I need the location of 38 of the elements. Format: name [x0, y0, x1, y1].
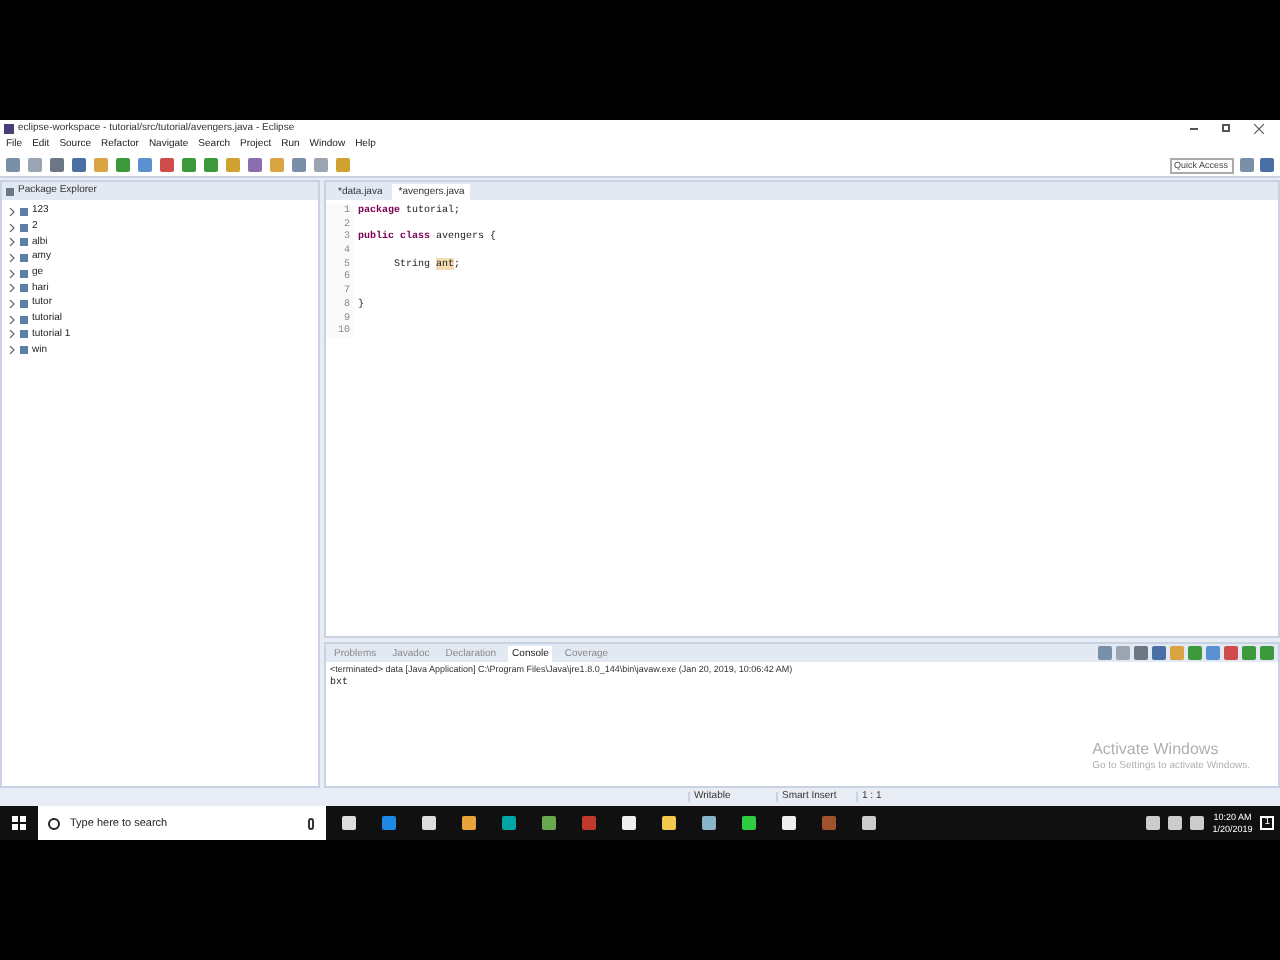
- taskbar-app-icon[interactable]: [542, 816, 556, 830]
- battery-icon[interactable]: [1190, 816, 1205, 830]
- tray-icon[interactable]: [1146, 816, 1161, 830]
- taskbar-app-icon[interactable]: [862, 816, 876, 830]
- taskbar-app-icon[interactable]: [342, 816, 356, 830]
- chevron-icon[interactable]: [8, 238, 16, 247]
- taskbar-app-icon[interactable]: [782, 816, 796, 830]
- perspective-icon[interactable]: [1240, 158, 1254, 172]
- taskbar-app-icon[interactable]: [422, 816, 436, 830]
- chevron-icon[interactable]: [8, 330, 16, 339]
- taskbar-app-icon[interactable]: [622, 816, 636, 830]
- taskbar-app-icon[interactable]: [822, 816, 836, 830]
- taskbar-app-icon[interactable]: [582, 816, 596, 830]
- chevron-icon[interactable]: [8, 284, 16, 293]
- java-perspective-icon[interactable]: [1260, 158, 1274, 172]
- taskbar-app-icon[interactable]: [462, 816, 476, 830]
- chevron-icon[interactable]: [8, 253, 16, 262]
- maximize-icon[interactable]: [1222, 124, 1230, 132]
- chevron-icon[interactable]: [8, 207, 16, 216]
- search-icon: [48, 817, 60, 829]
- taskbar-app-icon[interactable]: [662, 816, 676, 830]
- chevron-icon[interactable]: [8, 269, 16, 278]
- activation-title: Activate Windows: [1092, 740, 1221, 760]
- taskbar-app-icon[interactable]: [702, 816, 716, 830]
- app-icon: [4, 123, 14, 133]
- taskbar-app-icon[interactable]: [502, 816, 516, 830]
- volume-icon[interactable]: [1168, 816, 1183, 830]
- chevron-icon[interactable]: [8, 299, 16, 308]
- chevron-icon[interactable]: [8, 223, 16, 232]
- taskbar-app-icon[interactable]: [382, 816, 396, 830]
- start-icon[interactable]: [12, 816, 26, 830]
- close-icon[interactable]: [1254, 123, 1264, 133]
- microphone-icon: [308, 817, 314, 829]
- minimize-icon[interactable]: [1190, 127, 1198, 129]
- taskbar-app-icon[interactable]: [742, 816, 756, 830]
- chevron-icon[interactable]: [8, 346, 16, 355]
- chevron-icon[interactable]: [8, 315, 16, 324]
- package-icon: [6, 187, 14, 195]
